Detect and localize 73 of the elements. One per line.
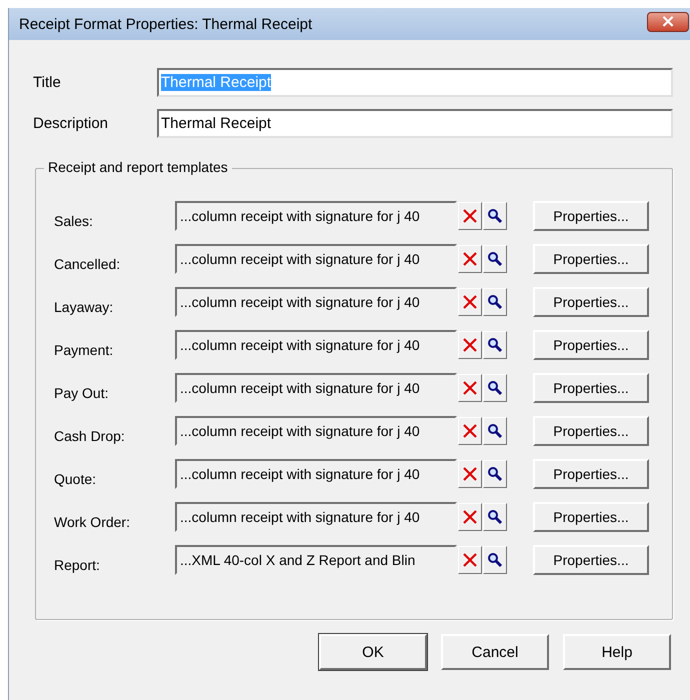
template-label: Cancelled: [54, 255, 122, 272]
cross-icon [462, 423, 478, 439]
properties-button[interactable]: Properties... [533, 373, 649, 403]
template-label: Report: [54, 556, 101, 573]
text-field[interactable]: Thermal Receipt [157, 109, 673, 138]
window-title: Receipt Format Properties: Thermal Receipt [19, 16, 312, 32]
properties-button[interactable]: Properties... [533, 416, 649, 446]
properties-button[interactable]: Properties... [533, 201, 649, 231]
clear-button[interactable] [458, 202, 482, 230]
search-button[interactable] [483, 374, 507, 402]
cross-icon [462, 294, 478, 310]
template-label: Payment: [54, 341, 114, 358]
properties-button[interactable]: Properties... [533, 502, 649, 532]
template-field[interactable]: ...XML 40-col X and Z Report and Blin [175, 545, 457, 575]
clear-button[interactable] [458, 331, 482, 359]
cross-icon [462, 552, 478, 568]
cross-icon [462, 466, 478, 482]
cross-icon [462, 251, 478, 267]
template-field[interactable]: ...column receipt with signature for j 40 [175, 502, 457, 532]
template-field[interactable]: ...column receipt with signature for j 40 [175, 287, 457, 317]
search-button[interactable] [483, 202, 507, 230]
search-icon [487, 380, 503, 396]
properties-button[interactable]: Properties... [533, 545, 649, 575]
properties-button[interactable]: Properties... [533, 330, 649, 360]
search-icon [487, 337, 503, 353]
template-field[interactable]: ...column receipt with signature for j 40 [175, 459, 457, 489]
dialog-button[interactable]: Help [563, 634, 671, 670]
field-label: Description [33, 115, 110, 132]
search-icon [487, 251, 503, 267]
search-icon [487, 208, 503, 224]
field-value: Thermal Receipt [161, 74, 272, 91]
dialog-button[interactable]: Cancel [441, 634, 549, 670]
template-label: Quote: [54, 470, 98, 487]
properties-button[interactable]: Properties... [533, 459, 649, 489]
template-label: Layaway: [54, 298, 114, 315]
template-field[interactable]: ...column receipt with signature for j 40 [175, 416, 457, 446]
clear-button[interactable] [458, 460, 482, 488]
search-icon [487, 294, 503, 310]
template-label: Sales: [54, 212, 94, 229]
clear-button[interactable] [458, 546, 482, 574]
template-label: Work Order: [54, 513, 131, 530]
template-label: Pay Out: [54, 384, 110, 401]
search-button[interactable] [483, 417, 507, 445]
search-button[interactable] [483, 245, 507, 273]
cross-icon [462, 208, 478, 224]
search-icon [487, 466, 503, 482]
search-button[interactable] [483, 546, 507, 574]
group-title: Receipt and report templates [44, 159, 232, 175]
template-field[interactable]: ...column receipt with signature for j 40 [175, 330, 457, 360]
clear-button[interactable] [458, 374, 482, 402]
template-field[interactable]: ...column receipt with signature for j 40 [175, 201, 457, 231]
cross-icon [462, 509, 478, 525]
clear-button[interactable] [458, 245, 482, 273]
search-icon [487, 552, 503, 568]
search-button[interactable] [483, 460, 507, 488]
clear-button[interactable] [458, 417, 482, 445]
dialog-button[interactable]: OK [319, 634, 427, 670]
field-value: Thermal Receipt [161, 115, 272, 132]
search-icon [487, 509, 503, 525]
template-field[interactable]: ...column receipt with signature for j 40 [175, 244, 457, 274]
search-button[interactable] [483, 331, 507, 359]
field-label: Title [33, 74, 62, 91]
cross-icon [462, 337, 478, 353]
properties-button[interactable]: Properties... [533, 287, 649, 317]
clear-button[interactable] [458, 503, 482, 531]
template-field[interactable]: ...column receipt with signature for j 40 [175, 373, 457, 403]
template-label: Cash Drop: [54, 427, 126, 444]
search-button[interactable] [483, 503, 507, 531]
search-icon [487, 423, 503, 439]
clear-button[interactable] [458, 288, 482, 316]
cross-icon [462, 380, 478, 396]
search-button[interactable] [483, 288, 507, 316]
properties-button[interactable]: Properties... [533, 244, 649, 274]
